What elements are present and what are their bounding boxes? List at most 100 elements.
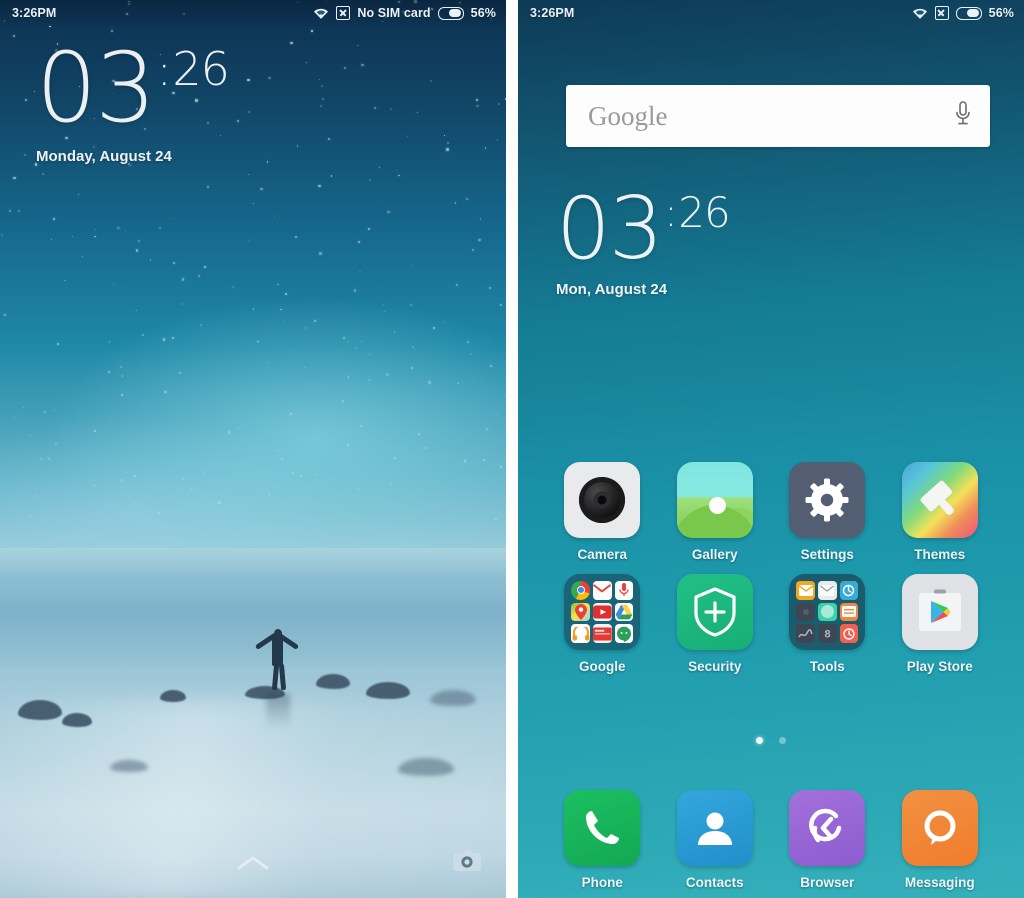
app-play-store[interactable]: Play Store: [884, 574, 997, 674]
play-music-icon: [571, 624, 590, 643]
clock-icon: [839, 624, 859, 643]
app-label: Contacts: [685, 875, 744, 890]
play-newsstand-icon: [592, 624, 612, 643]
settings-app-icon[interactable]: [789, 462, 866, 538]
contacts-app-icon[interactable]: [676, 790, 753, 866]
search-input[interactable]: Google: [588, 101, 954, 132]
battery-percent: 56%: [470, 6, 496, 20]
wallpaper-rock: [18, 700, 62, 720]
themes-app-icon[interactable]: [901, 462, 978, 538]
compass-icon: [817, 602, 837, 622]
status-clock: 3:26PM: [12, 6, 57, 20]
wallpaper-person-silhouette: [248, 622, 308, 728]
play-store-app-icon[interactable]: [901, 574, 978, 650]
battery-percent: 56%: [988, 6, 1014, 20]
app-security[interactable]: Security: [659, 574, 772, 674]
security-app-icon[interactable]: [676, 574, 753, 650]
app-phone[interactable]: Phone: [546, 790, 659, 890]
wallpaper-rock: [316, 674, 350, 689]
lock-clock-widget: 03 : 26 Monday, August 24: [36, 32, 230, 166]
drive-icon: [614, 602, 634, 622]
wallpaper-rock: [366, 682, 410, 699]
sim-status-text: No SIM card: [357, 6, 431, 20]
dock: Phone Contacts Browser Messaging: [546, 790, 996, 890]
browser-app-icon[interactable]: [789, 790, 866, 866]
scanner-icon: [796, 624, 815, 643]
app-google-folder[interactable]: Google: [546, 574, 659, 674]
wallpaper-rock: [398, 758, 454, 776]
google-search-bar[interactable]: Google: [566, 85, 990, 147]
lock-screen: 3:26PM No SIM card 56% 03 : 26 Monday, A…: [0, 0, 506, 898]
app-contacts[interactable]: Contacts: [659, 790, 772, 890]
youtube-icon: [592, 602, 612, 622]
camera-app-icon[interactable]: [564, 462, 641, 538]
page-dot-2[interactable]: [779, 737, 786, 744]
wallpaper-rock: [160, 690, 186, 702]
home-screen: 3:26PM 56% Google 03: 26 Mon, August 24…: [518, 0, 1024, 898]
lock-clock-separator: :: [157, 46, 172, 95]
app-label: Play Store: [906, 659, 973, 674]
home-status-bar: 3:26PM 56%: [518, 0, 1024, 26]
app-gallery[interactable]: Gallery: [659, 462, 772, 562]
microphone-icon[interactable]: [954, 100, 972, 133]
lock-clock-hours: 03: [36, 32, 156, 144]
app-themes[interactable]: Themes: [884, 462, 997, 562]
app-browser[interactable]: Browser: [771, 790, 884, 890]
page-indicator[interactable]: [518, 737, 1024, 744]
app-label: Browser: [800, 875, 855, 890]
no-sim-icon: [934, 6, 949, 20]
mi-mover-icon: [796, 581, 815, 600]
app-label: Google: [579, 659, 626, 674]
phone-app-icon[interactable]: [564, 790, 641, 866]
app-label: Phone: [581, 875, 623, 890]
home-date: Mon, August 24: [556, 281, 668, 299]
app-label: Tools: [809, 659, 845, 674]
hangouts-icon: [614, 624, 634, 643]
home-clock-separator: :: [664, 191, 678, 235]
gallery-app-icon[interactable]: [676, 462, 753, 538]
recorder-icon: [796, 602, 815, 622]
gmail-icon: [592, 581, 612, 600]
lock-bottom-bar: [0, 838, 506, 884]
app-label: Settings: [800, 547, 854, 562]
google-folder-icon[interactable]: [564, 574, 641, 650]
page-dot-1[interactable]: [756, 737, 763, 744]
wallpaper-rock: [62, 713, 92, 727]
app-settings[interactable]: Settings: [771, 462, 884, 562]
wallpaper-rock: [430, 690, 476, 706]
camera-icon[interactable]: [452, 848, 482, 872]
calculator-icon: 8: [817, 624, 837, 643]
dual-phone-screenshot: 3:26PM No SIM card 56% 03 : 26 Monday, A…: [0, 0, 1024, 898]
app-label: Security: [688, 659, 742, 674]
home-clock-widget[interactable]: 03 : 26 Mon, August 24: [556, 179, 731, 299]
app-camera[interactable]: Camera: [546, 462, 659, 562]
screen-divider: [506, 0, 518, 898]
home-clock-minutes: 26: [678, 188, 730, 237]
voice-search-icon: [614, 581, 634, 600]
battery-icon: [437, 6, 464, 20]
maps-icon: [571, 602, 590, 622]
lock-status-bar: 3:26PM No SIM card 56%: [0, 0, 506, 26]
lock-date: Monday, August 24: [36, 148, 172, 166]
app-label: Gallery: [691, 547, 738, 562]
wallpaper-rock: [110, 760, 148, 772]
wifi-icon: [912, 7, 928, 20]
app-tools-folder[interactable]: 8 Tools: [771, 574, 884, 674]
home-clock-hours: 03: [556, 179, 663, 279]
app-messaging[interactable]: Messaging: [884, 790, 997, 890]
lock-clock-minutes: 26: [172, 42, 230, 96]
app-label: Themes: [914, 547, 966, 562]
app-grid: Camera Gallery Settings Themes Google Se…: [546, 462, 996, 674]
svg-text:8: 8: [824, 629, 830, 641]
chevron-up-icon[interactable]: [236, 854, 270, 872]
notes-icon: [839, 602, 859, 622]
battery-icon: [955, 6, 982, 20]
wifi-icon: [313, 7, 329, 20]
messaging-app-icon[interactable]: [901, 790, 978, 866]
mail-icon: [817, 581, 837, 600]
no-sim-icon: [336, 6, 351, 20]
weather-icon: [839, 581, 859, 600]
tools-folder-icon[interactable]: 8: [789, 574, 866, 650]
app-label: Camera: [577, 547, 628, 562]
app-label: Messaging: [904, 875, 975, 890]
